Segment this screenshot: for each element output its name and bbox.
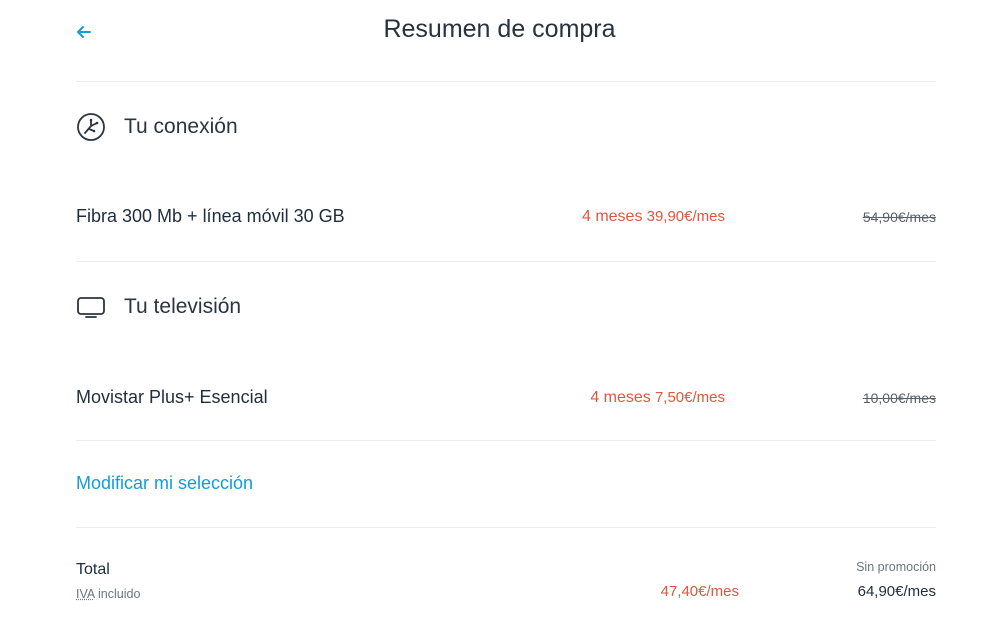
section-connection-title: Tu conexión	[76, 112, 238, 142]
divider	[76, 440, 936, 441]
section-title-label: Tu conexión	[124, 115, 238, 138]
promo-price: 7,50€/mes	[654, 389, 725, 406]
modify-selection-link[interactable]: Modificar mi selección	[76, 473, 253, 494]
no-promo-price: 64,90€/mes	[857, 583, 936, 600]
page-title: Resumen de compra	[383, 15, 616, 43]
iva-text: incluido	[98, 587, 141, 601]
connection-item-name: Fibra 300 Mb + línea móvil 30 GB	[76, 206, 345, 226]
router-icon	[76, 112, 106, 142]
tv-item-name: Movistar Plus+ Esencial	[76, 387, 268, 407]
promo-months: 4 meses	[590, 389, 651, 406]
iva-abbr: IVA	[76, 587, 95, 601]
connection-old-price: 54,90€/mes	[862, 209, 936, 225]
tv-old-price: 10,00€/mes	[862, 390, 936, 406]
divider	[76, 261, 936, 262]
divider	[76, 81, 936, 82]
no-promo-label: Sin promoción	[856, 560, 936, 574]
total-label: Total	[76, 561, 110, 578]
connection-promo-price: 4 meses 39,90€/mes	[582, 208, 725, 226]
iva-note: IVA incluido	[76, 587, 140, 601]
section-tv-title: Tu televisión	[76, 292, 241, 322]
section-title-label: Tu televisión	[124, 295, 242, 318]
tv-icon	[76, 292, 106, 322]
tv-promo-price: 4 meses 7,50€/mes	[590, 389, 725, 407]
divider	[76, 527, 936, 528]
promo-price: 39,90€/mes	[646, 208, 725, 225]
total-promo-price: 47,40€/mes	[660, 583, 739, 600]
promo-months: 4 meses	[581, 208, 643, 225]
